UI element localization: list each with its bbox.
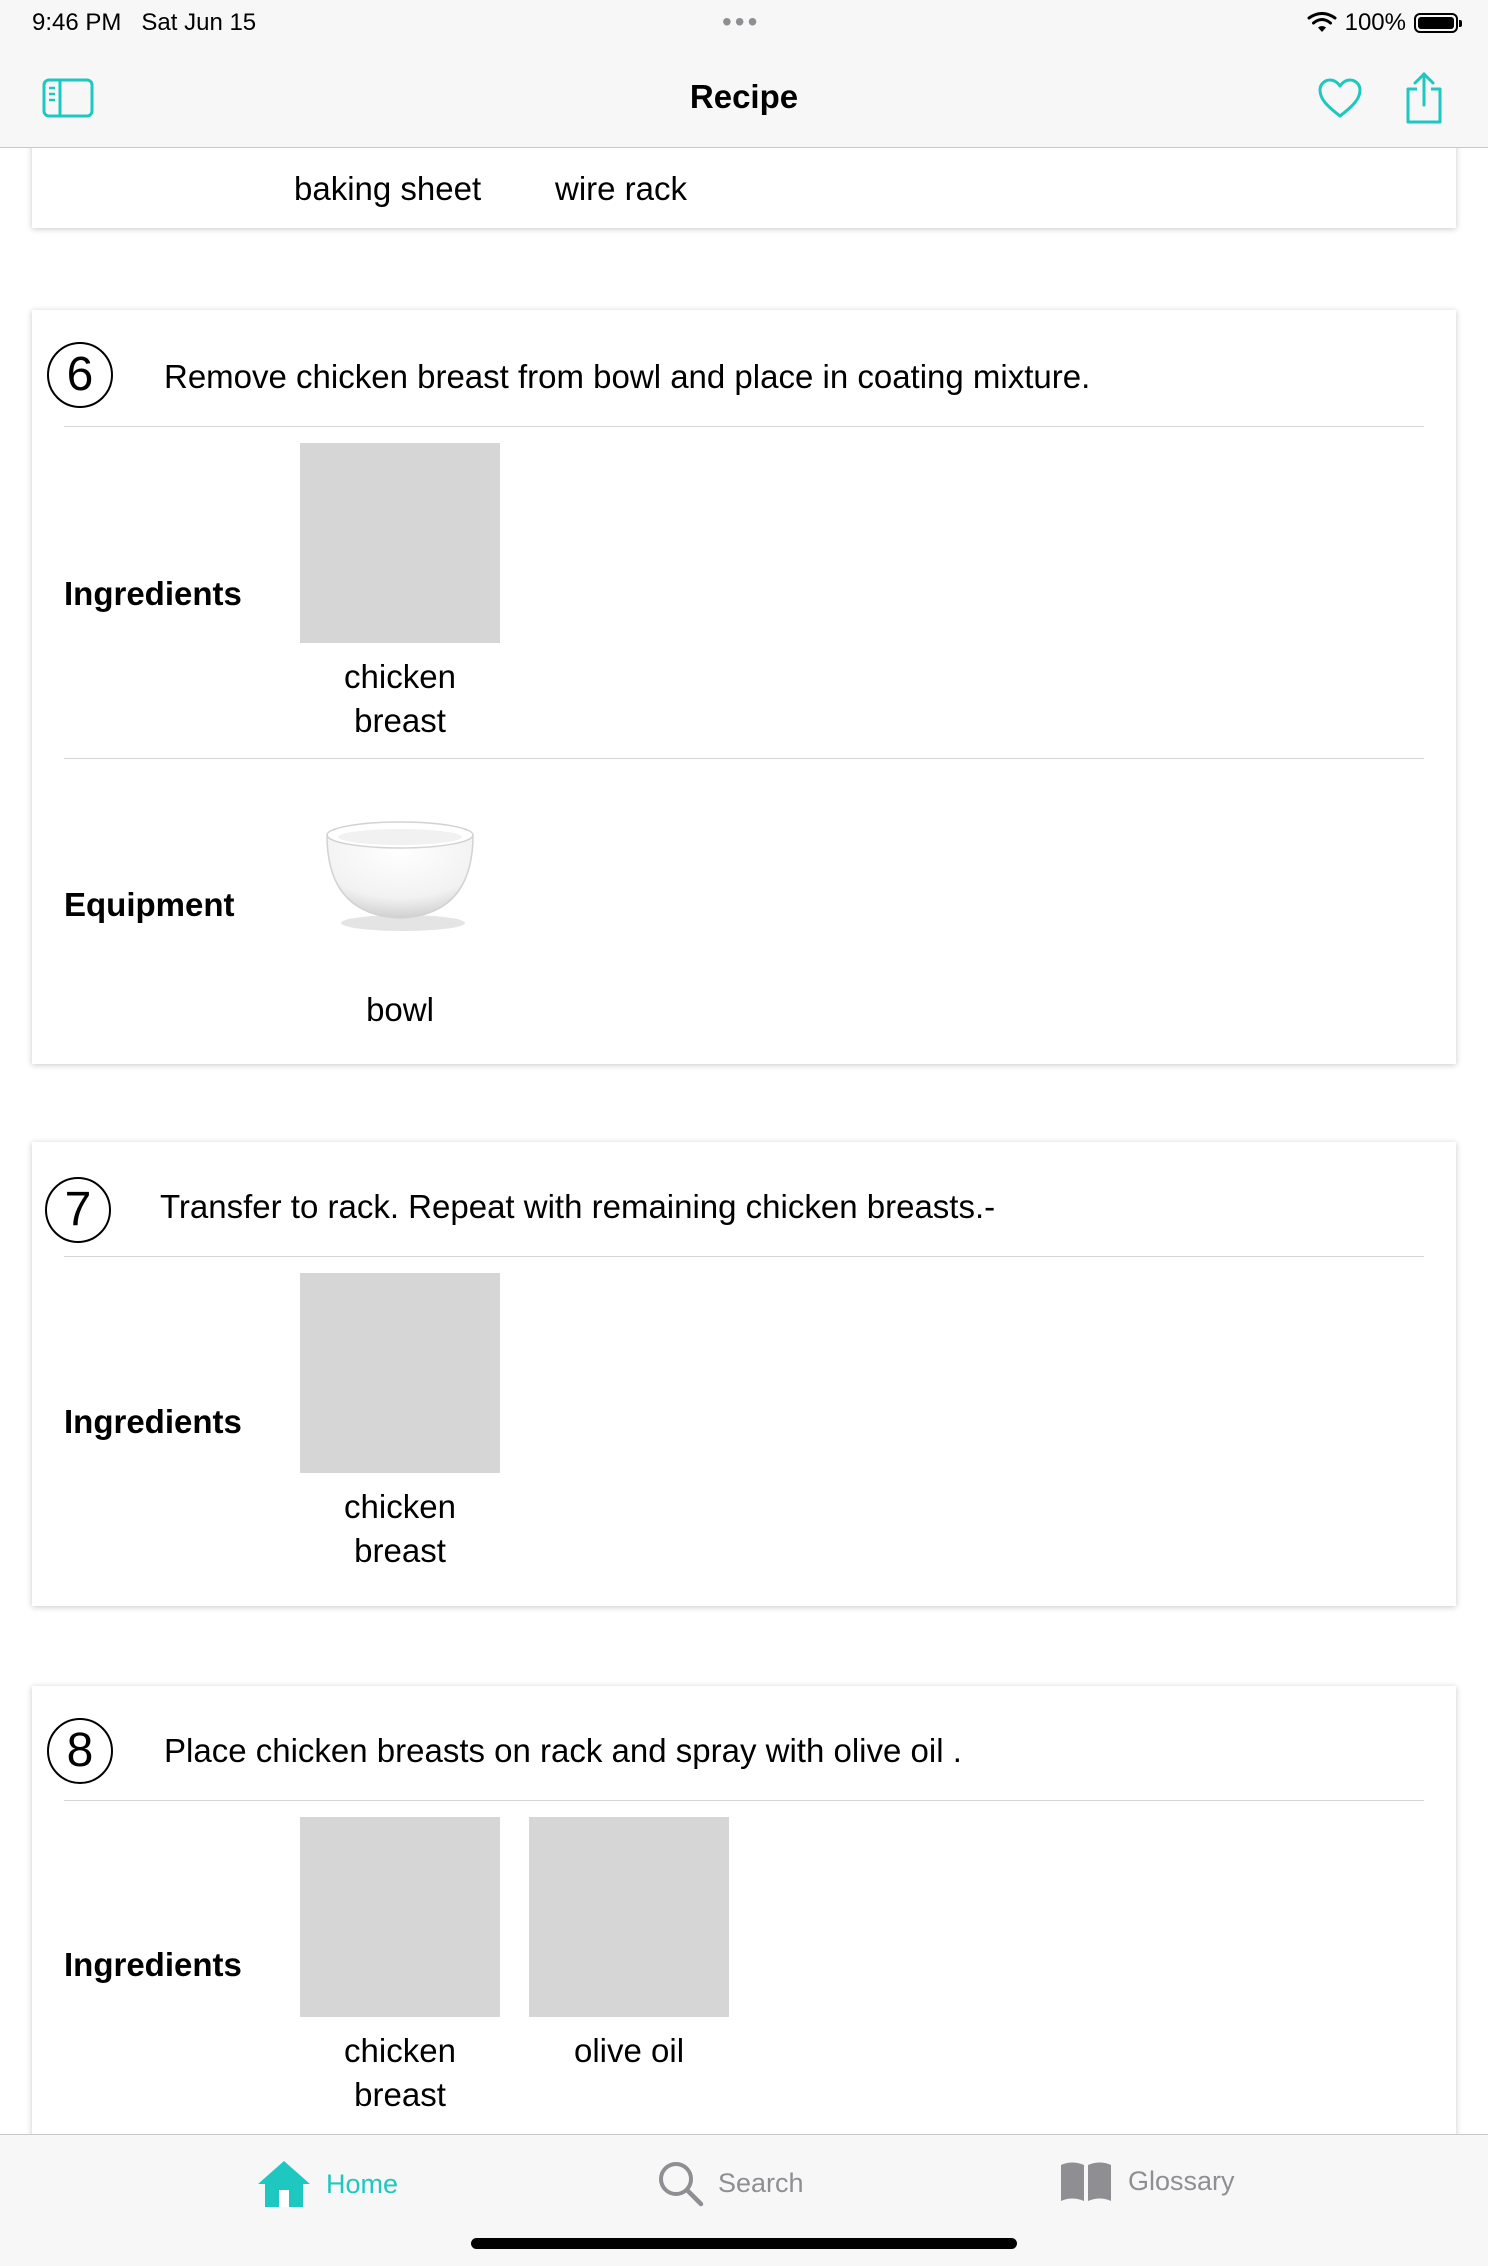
magnifier-icon: [659, 2162, 704, 2207]
step-number-badge: 6: [47, 342, 113, 408]
home-indicator[interactable]: [471, 2238, 1017, 2249]
ingredient-image-placeholder: [300, 1273, 500, 1473]
ingredient-item[interactable]: chicken breast: [300, 443, 500, 743]
equipment-heading: Equipment: [64, 886, 235, 923]
book-icon: [1061, 2162, 1111, 2201]
step-card-8: 8 Place chicken breasts on rack and spra…: [32, 1686, 1456, 2134]
ingredient-label: chicken breast: [344, 658, 456, 739]
step-header: 6 Remove chicken breast from bowl and pl…: [32, 310, 1456, 426]
ingredient-image-placeholder: [300, 1817, 500, 2017]
battery-icon: [1414, 13, 1462, 33]
ingredients-heading: Ingredients: [64, 1946, 242, 1983]
house-icon: [258, 2161, 310, 2207]
multitasking-dots-icon[interactable]: •••: [722, 6, 760, 38]
divider: [64, 1256, 1424, 1257]
divider: [64, 758, 1424, 759]
divider: [64, 1800, 1424, 1801]
tab-home[interactable]: Home: [256, 2159, 398, 2209]
share-icon: [1406, 72, 1442, 124]
divider: [64, 426, 1424, 427]
status-indicators: 100%: [1307, 9, 1462, 37]
wifi-icon: [1307, 12, 1337, 32]
tab-label: Glossary: [1128, 2165, 1235, 2196]
ingredient-image-placeholder: [529, 1817, 729, 2017]
favorite-button[interactable]: [1312, 70, 1368, 126]
ingredients-heading: Ingredients: [64, 575, 242, 612]
navigation-bar: Recipe: [0, 48, 1488, 148]
recipe-steps-scroll[interactable]: baking sheet wire rack 6 Remove chicken …: [0, 148, 1488, 2134]
step-header: 8 Place chicken breasts on rack and spra…: [32, 1686, 1456, 1802]
tab-glossary[interactable]: Glossary: [1058, 2159, 1235, 2203]
tab-label: Search: [718, 2167, 804, 2198]
ingredient-label: chicken breast: [344, 2032, 456, 2113]
step-card-6: 6 Remove chicken breast from bowl and pl…: [32, 310, 1456, 1064]
status-time-date: 9:46 PM Sat Jun 15: [32, 9, 257, 36]
ingredient-item[interactable]: olive oil: [529, 1817, 729, 2073]
step-number-badge: 8: [47, 1718, 113, 1784]
ingredient-label: olive oil: [573, 2032, 685, 2069]
heart-icon: [1318, 78, 1362, 118]
battery-percent: 100%: [1344, 9, 1406, 36]
ingredient-item[interactable]: chicken breast: [300, 1817, 500, 2117]
step-instruction: Remove chicken breast from bowl and plac…: [164, 358, 1091, 395]
step-header: 7 Transfer to rack. Repeat with remainin…: [32, 1142, 1456, 1258]
ingredient-image-placeholder: [300, 443, 500, 643]
bowl-icon: [300, 800, 500, 950]
ingredients-heading: Ingredients: [64, 1403, 242, 1440]
status-bar: 9:46 PM Sat Jun 15 ••• 100%: [0, 0, 1488, 48]
ingredient-item[interactable]: chicken breast: [300, 1273, 500, 1573]
step-instruction: Place chicken breasts on rack and spray …: [164, 1732, 962, 1769]
tab-search[interactable]: Search: [656, 2159, 804, 2207]
step-number-badge: 7: [45, 1177, 111, 1243]
step-instruction: Transfer to rack. Repeat with remaining …: [160, 1188, 996, 1225]
equipment-item[interactable]: bowl: [300, 800, 500, 1032]
equipment-label-baking-sheet: baking sheet: [294, 170, 482, 207]
page-title: Recipe: [689, 78, 799, 115]
tab-label: Home: [326, 2168, 399, 2199]
share-button[interactable]: [1396, 70, 1452, 126]
step-card-5: baking sheet wire rack: [32, 148, 1456, 228]
equipment-label-wire-rack: wire rack: [555, 170, 688, 207]
ingredient-label: chicken breast: [344, 1488, 456, 1569]
equipment-label: bowl: [366, 991, 434, 1028]
step-card-7: 7 Transfer to rack. Repeat with remainin…: [32, 1142, 1456, 1606]
